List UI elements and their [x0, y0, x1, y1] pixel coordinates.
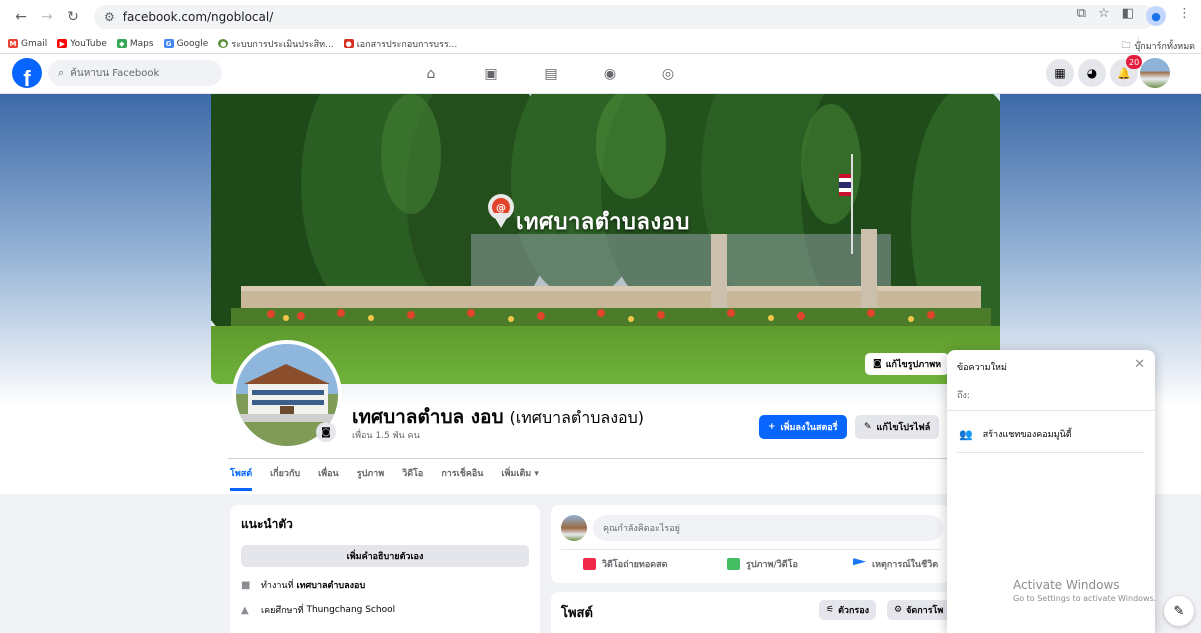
reload-icon[interactable]: ↻	[62, 6, 84, 28]
tab-about[interactable]: เกี่ยวกับ	[270, 466, 300, 491]
new-message-title: ข้อความใหม่	[957, 363, 1007, 373]
svg-text:@: @	[496, 203, 506, 214]
intro-study-row: ▲ เคยศึกษาที่ Thungchang School	[241, 604, 396, 617]
search-placeholder: ค้นหาบน Facebook	[70, 67, 160, 79]
filter-icon: ⚟	[826, 605, 835, 615]
browser-actions: ⧉ ☆ ◧ ● ⋮	[1077, 6, 1191, 26]
message-divider-2	[957, 452, 1145, 453]
post-composer: คุณกำลังคิดอะไรอยู่ วิดีโอถ่ายทอดสด รูปภ…	[551, 505, 951, 583]
create-community-chat-item[interactable]: 👥 สร้างแชทของคอมมูนิตี้	[959, 427, 1072, 441]
composer-avatar[interactable]	[561, 515, 587, 541]
back-icon[interactable]: ←	[10, 6, 32, 28]
friends-count[interactable]: เพื่อน 1.5 พัน คน	[352, 428, 420, 442]
groups-icon[interactable]: ◉	[599, 63, 621, 85]
forward-icon[interactable]: →	[36, 6, 58, 28]
install-app-icon[interactable]: ⧉	[1077, 6, 1086, 26]
edit-cover-photo-button[interactable]: ◙ แก้ไขรูปภาพห	[865, 353, 950, 375]
marketplace-icon[interactable]: ▤	[540, 63, 562, 85]
new-message-compose-icon[interactable]: ✎	[1164, 596, 1194, 626]
page-name-alternate: (เทศบาลตำบลงอบ)	[509, 408, 645, 427]
intro-title: แนะนำตัว	[241, 517, 293, 531]
gaming-icon[interactable]: ◎	[657, 63, 679, 85]
bookmark-star-icon[interactable]: ☆	[1098, 6, 1110, 26]
google-icon: G	[163, 39, 174, 48]
activate-windows-watermark: Activate Windows Go to Settings to activ…	[1013, 578, 1157, 603]
bookmark-gmail[interactable]: M Gmail	[8, 39, 47, 49]
profile-tabs: โพสต์ เกี่ยวกับ เพื่อน รูปภาพ วิดีโอ การ…	[230, 466, 539, 491]
home-icon[interactable]: ⌂	[420, 63, 442, 85]
address-bar[interactable]: ⚙ facebook.com/ngoblocal/	[94, 5, 1154, 29]
maps-icon: ◆	[116, 39, 127, 48]
page-name-primary: เทศบาลตำบล งอบ	[352, 406, 504, 428]
plus-icon: +	[768, 422, 776, 432]
bookmark-evaluation[interactable]: ● ระบบการประเมินประสิท...	[218, 37, 334, 51]
browser-menu-icon[interactable]: ⋮	[1178, 6, 1191, 26]
people-group-icon: 👥	[959, 427, 973, 441]
change-profile-picture-camera-icon[interactable]: ◙	[316, 422, 336, 442]
browser-profile-icon[interactable]: ●	[1146, 6, 1166, 26]
messenger-icon[interactable]: ◕	[1078, 59, 1106, 87]
cover-photo-image: @	[211, 94, 1000, 384]
cover-sign-text: เทศบาลตำบลงอบ	[516, 210, 690, 235]
life-event-button[interactable]: เหตุการณ์ในชีวิต	[853, 557, 938, 571]
camera-icon: ◙	[873, 359, 882, 369]
side-panel-icon[interactable]: ◧	[1122, 6, 1134, 26]
photo-video-button[interactable]: รูปภาพ/วิดีโอ	[727, 557, 798, 571]
live-video-button[interactable]: วิดีโอถ่ายทอดสด	[583, 557, 667, 571]
edit-profile-button[interactable]: ✎ แก้ไขโปรไฟล์	[855, 415, 940, 439]
bookmark-documents[interactable]: ● เอกสารประกอบการบรร...	[343, 37, 457, 51]
intro-card: แนะนำตัว เพิ่มคำอธิบายตัวเอง ■ ทำงานที่ …	[230, 505, 540, 633]
facebook-logo-icon[interactable]: f	[12, 58, 42, 88]
gmail-icon: M	[8, 39, 18, 48]
menu-grid-icon[interactable]: ▦	[1046, 59, 1074, 87]
posts-title: โพสต์	[561, 606, 593, 621]
browser-toolbar: ← → ↻ ⚙ facebook.com/ngoblocal/ ⧉ ☆ ◧ ● …	[0, 0, 1201, 34]
tab-friends[interactable]: เพื่อน	[318, 466, 339, 491]
filter-button[interactable]: ⚟ ตัวกรอง	[819, 600, 877, 620]
site-info-icon[interactable]: ⚙	[104, 10, 115, 24]
pencil-icon: ✎	[864, 422, 872, 432]
facebook-header: f ⌕ ค้นหาบน Facebook ⌂ ▣ ▤ ◉ ◎ ▦ ◕ 🔔 20	[0, 54, 1201, 94]
all-bookmarks-folder[interactable]: 🗀 บุ๊กมาร์กทั้งหมด	[1122, 38, 1195, 54]
photo-icon	[727, 558, 740, 570]
cover-photo: @ เทศบาลตำบลงอบ	[211, 94, 1000, 384]
bookmark-youtube[interactable]: ▶ YouTube	[57, 39, 107, 49]
account-avatar[interactable]	[1140, 58, 1170, 88]
flag-icon	[853, 558, 866, 566]
bookmark-google[interactable]: G Google	[163, 39, 208, 49]
graduation-cap-icon: ▲	[241, 604, 249, 616]
gear-icon: ⚙	[894, 605, 903, 615]
address-url: facebook.com/ngoblocal/	[122, 10, 274, 24]
posts-header: โพสต์ ⚟ ตัวกรอง ⚙ จัดการโพ	[551, 592, 951, 633]
tab-photos[interactable]: รูปภาพ	[357, 466, 384, 491]
intro-work-row: ■ ทำงานที่ เทศบาลตำบลงอบ	[241, 578, 366, 592]
search-icon: ⌕	[58, 66, 65, 79]
bookmarks-bar: M Gmail ▶ YouTube ◆ Maps G Google ● ระบบ…	[0, 34, 1201, 54]
bookmark-maps[interactable]: ◆ Maps	[116, 39, 154, 49]
add-bio-button[interactable]: เพิ่มคำอธิบายตัวเอง	[241, 545, 529, 567]
documents-site-icon: ●	[343, 39, 354, 48]
add-to-story-button[interactable]: + เพิ่มลงในสตอรี่	[759, 415, 847, 439]
video-icon[interactable]: ▣	[480, 63, 502, 85]
tabs-divider	[228, 458, 988, 459]
message-divider	[947, 410, 1155, 411]
manage-posts-button[interactable]: ⚙ จัดการโพ	[887, 600, 951, 620]
evaluation-site-icon: ●	[218, 39, 229, 48]
live-video-icon	[583, 558, 596, 570]
recipient-field[interactable]: ถึง:	[957, 388, 970, 402]
tab-videos[interactable]: วิดีโอ	[402, 466, 423, 491]
close-icon[interactable]: ✕	[1134, 357, 1145, 372]
folder-icon: 🗀	[1121, 41, 1131, 51]
study-place-link[interactable]: Thungchang School	[306, 605, 395, 615]
notification-count-badge: 20	[1126, 55, 1143, 69]
youtube-icon: ▶	[57, 39, 68, 48]
composer-divider	[561, 549, 941, 550]
tab-posts[interactable]: โพสต์	[230, 466, 253, 491]
work-place-link[interactable]: เทศบาลตำบลงอบ	[297, 578, 366, 592]
composer-input[interactable]: คุณกำลังคิดอะไรอยู่	[593, 515, 943, 541]
facebook-search-input[interactable]: ⌕ ค้นหาบน Facebook	[48, 60, 222, 86]
tab-more[interactable]: เพิ่มเติม ▾	[501, 466, 538, 491]
tab-checkins[interactable]: การเช็คอิน	[441, 466, 483, 491]
briefcase-icon: ■	[241, 579, 251, 591]
